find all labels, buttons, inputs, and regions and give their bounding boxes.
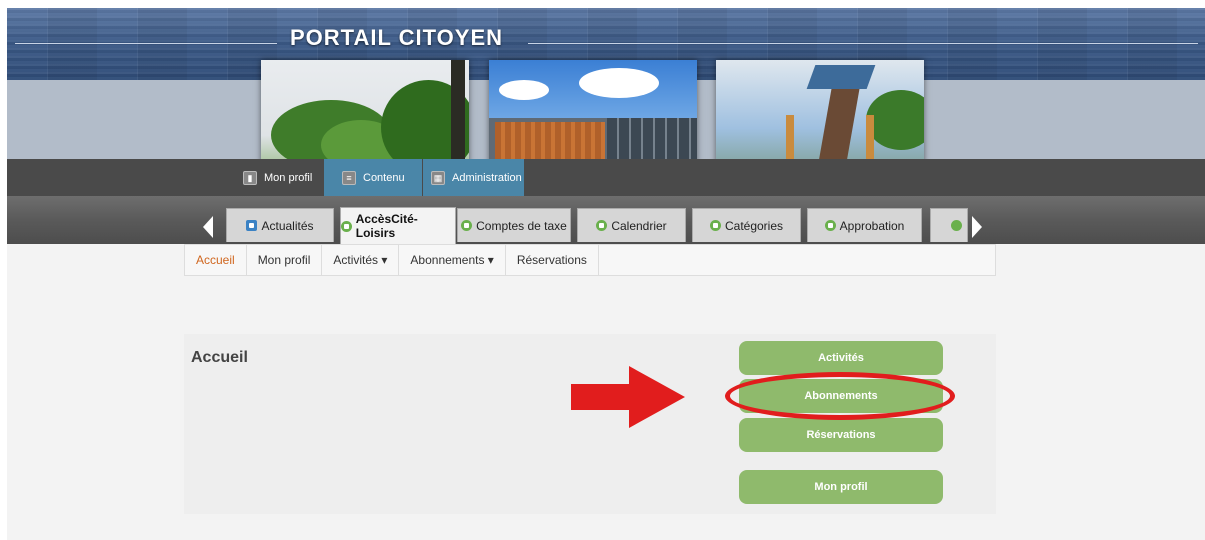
tab-overflow[interactable] (930, 208, 968, 242)
app-icon (824, 220, 836, 231)
app-icon (596, 220, 608, 231)
site-title[interactable]: PORTAIL CITOYEN (290, 25, 503, 51)
user-menu-mon-profil[interactable]: ▮ Mon profil (243, 159, 323, 196)
red-circle-annotation (725, 372, 955, 420)
app-submenu: Accueil Mon profil Activités ▾ Abonnemen… (184, 244, 996, 276)
tab-actualites[interactable]: Actualités (226, 208, 334, 242)
tab-comptes-de-taxe[interactable]: Comptes de taxe (457, 208, 571, 242)
user-menu-administration[interactable]: ▦ Administration (423, 159, 524, 196)
tab-label: Approbation (839, 218, 905, 233)
user-menu-label: Mon profil (264, 171, 313, 184)
submenu-reservations[interactable]: Réservations (506, 245, 599, 275)
tab-accescite-loisirs[interactable]: AccèsCité-Loisirs (340, 207, 456, 244)
app-icon (461, 220, 473, 231)
activites-button[interactable]: Activités (739, 341, 943, 375)
tab-label: Actualités (261, 218, 314, 233)
submenu-abonnements[interactable]: Abonnements ▾ (399, 245, 506, 275)
user-icon: ▮ (243, 170, 257, 185)
title-rule-right (528, 43, 1198, 44)
tab-calendrier[interactable]: Calendrier (577, 208, 686, 242)
submenu-accueil[interactable]: Accueil (185, 245, 247, 275)
admin-icon: ▦ (431, 170, 445, 185)
submenu-activites[interactable]: Activités ▾ (322, 245, 400, 275)
user-menu-label: Administration (452, 171, 522, 184)
app-icon (951, 220, 962, 231)
app-icon (709, 220, 721, 231)
page-title: Accueil (191, 349, 248, 366)
reservations-button[interactable]: Réservations (739, 418, 943, 452)
mon-profil-button[interactable]: Mon profil (739, 470, 943, 504)
app-icon (341, 220, 352, 232)
tab-label: Catégories (724, 218, 784, 233)
home-icon (246, 220, 258, 231)
tab-label: AccèsCité-Loisirs (355, 212, 418, 240)
red-arrow-annotation-icon (571, 366, 685, 428)
user-menu-bar (7, 159, 1205, 196)
submenu-mon-profil[interactable]: Mon profil (247, 245, 323, 275)
tab-approbation[interactable]: Approbation (807, 208, 922, 242)
scroll-right-arrow-icon[interactable] (972, 216, 982, 238)
browser-viewport: PORTAIL CITOYEN ▮ Mon profil ≡ Contenu ▦… (7, 8, 1205, 540)
document-icon: ≡ (342, 170, 356, 185)
user-menu-contenu[interactable]: ≡ Contenu (324, 159, 422, 196)
title-rule-left (15, 43, 277, 44)
tab-label: Comptes de taxe (476, 218, 567, 233)
user-menu-label: Contenu (363, 171, 405, 184)
tab-label: Calendrier (611, 218, 667, 233)
scroll-left-arrow-icon[interactable] (203, 216, 213, 238)
tab-categories[interactable]: Catégories (692, 208, 801, 242)
